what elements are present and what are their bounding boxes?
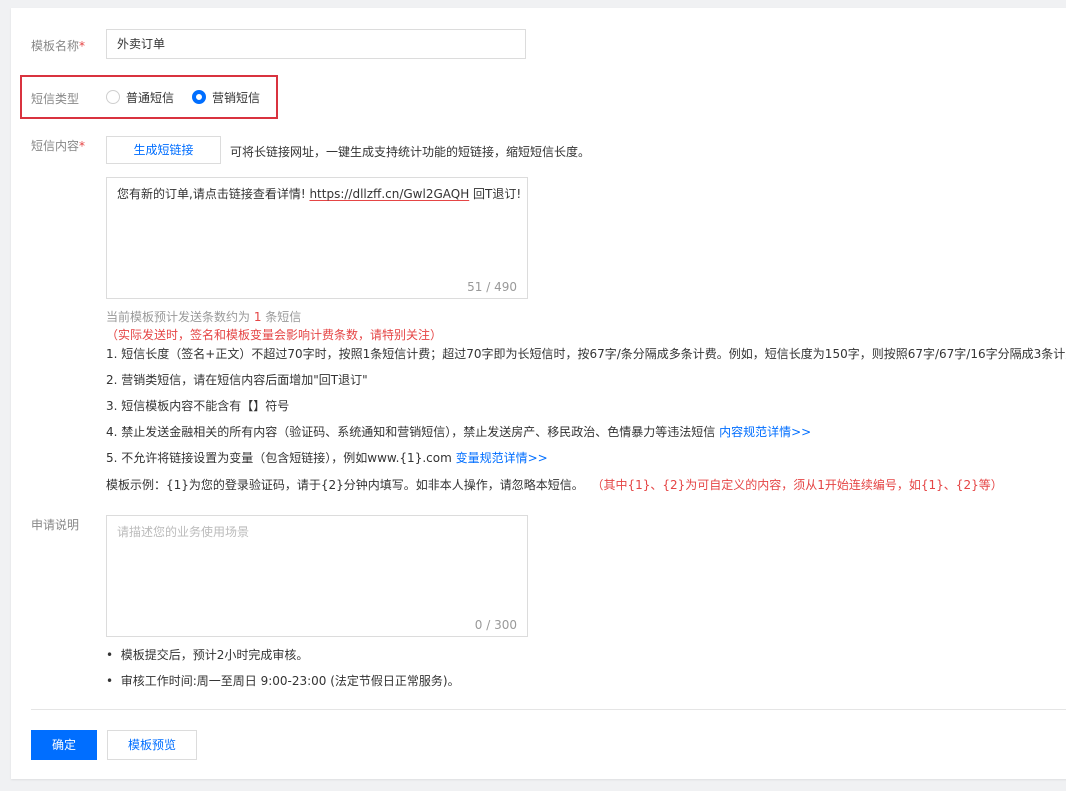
rule-item: 3. 短信模板内容不能含有【】符号: [106, 399, 290, 413]
radio-normal-sms-label[interactable]: 普通短信: [126, 89, 174, 106]
template-example-note: （其中{1}、{2}为可自定义的内容，须从1开始连续编号，如{1}、{2}等）: [591, 478, 1003, 492]
radio-marketing-sms[interactable]: [192, 90, 206, 104]
radio-marketing-sms-label[interactable]: 营销短信: [212, 89, 260, 106]
sms-content-label: 短信内容*: [31, 139, 86, 153]
application-counter: 0 / 300: [474, 618, 517, 632]
divider: [31, 709, 1066, 710]
estimate-text: 当前模板预计发送条数约为 1 条短信: [106, 310, 302, 324]
form-card: [11, 8, 1066, 779]
estimate-note: （实际发送时，签名和模板变量会影响计费条数，请特别关注）: [106, 328, 443, 342]
template-example: 模板示例：{1}为您的登录验证码，请于{2}分钟内填写。如非本人操作，请忽略本短…: [106, 478, 1003, 492]
generate-hint: 可将长链接网址，一键生成支持统计功能的短链接，缩短短信长度。: [230, 145, 591, 159]
application-label: 申请说明: [31, 518, 80, 532]
sms-type-label: 短信类型: [31, 92, 80, 106]
review-note: • 模板提交后，预计2小时完成审核。: [106, 648, 309, 662]
sms-content-counter: 51 / 490: [467, 280, 517, 294]
rule-item: 2. 营销类短信，请在短信内容后面增加"回T退订": [106, 373, 368, 387]
review-hours-note: • 审核工作时间:周一至周日 9:00-23:00 (法定节假日正常服务)。: [106, 674, 460, 688]
template-name-input[interactable]: 外卖订单: [106, 29, 526, 59]
application-placeholder: 请描述您的业务使用场景: [117, 525, 250, 539]
content-rules-link[interactable]: 内容规范详情>>: [719, 425, 811, 439]
generate-short-link-button[interactable]: 生成短链接: [106, 136, 221, 164]
sms-content-textarea[interactable]: 您有新的订单,请点击链接查看详情! https://dllzff.cn/Gwl2…: [106, 177, 528, 299]
confirm-button[interactable]: 确定: [31, 730, 97, 760]
rule-item: 4. 禁止发送金融相关的所有内容（验证码、系统通知和营销短信），禁止发送房产、移…: [106, 425, 812, 439]
template-name-label: 模板名称*: [31, 39, 86, 53]
preview-button[interactable]: 模板预览: [107, 730, 197, 760]
short-link-text: https://dllzff.cn/Gwl2GAQH: [309, 187, 470, 201]
radio-normal-sms[interactable]: [106, 90, 120, 104]
application-textarea[interactable]: 请描述您的业务使用场景 0 / 300: [106, 515, 528, 637]
sms-content-text: 您有新的订单,请点击链接查看详情! https://dllzff.cn/Gwl2…: [117, 187, 522, 201]
variable-rules-link[interactable]: 变量规范详情>>: [456, 451, 548, 465]
rule-item: 5. 不允许将链接设置为变量（包含短链接），例如www.{1}.com 变量规范…: [106, 451, 548, 465]
rule-item: 1. 短信长度（签名+正文）不超过70字时，按照1条短信计费；超过70字即为长短…: [106, 347, 1066, 361]
